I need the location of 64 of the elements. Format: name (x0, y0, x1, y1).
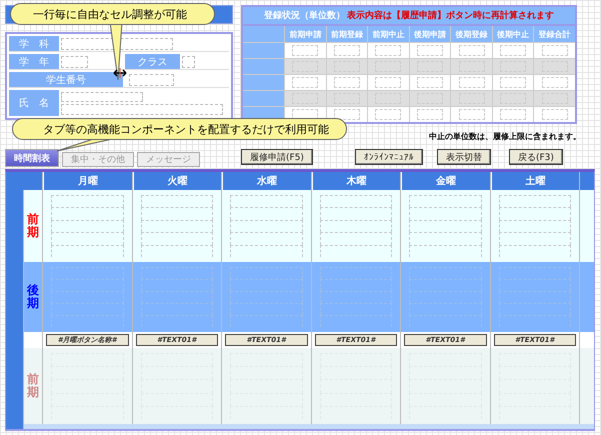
header-corner (6, 172, 42, 190)
table-cell (326, 91, 368, 106)
input-field[interactable] (61, 56, 88, 68)
table-cell (492, 59, 534, 74)
column-header: 前期申請 (285, 26, 326, 42)
timetable-cell (580, 190, 594, 262)
table-cell (451, 59, 492, 74)
column-header: 前期中止 (368, 26, 409, 42)
day-header: 火曜 (132, 172, 221, 190)
table-cell (410, 59, 450, 74)
column-header: 後期中止 (492, 26, 534, 42)
period-label: 後期 (27, 284, 39, 310)
header-cell (580, 172, 594, 190)
field-label: 氏 名 (9, 90, 59, 116)
table-cell (492, 43, 534, 58)
table-cell (410, 75, 450, 90)
table-cell (368, 59, 409, 74)
note-text: 中止の単位数は、履修上限に含まれます。 (429, 131, 581, 143)
tab[interactable]: 時間割表 (5, 149, 59, 167)
period-label: 前期 (27, 212, 39, 240)
field-label: 学 科 (9, 36, 59, 51)
table-cell (410, 43, 450, 58)
column-header: 後期申請 (410, 26, 450, 42)
column-header: 後期登録 (451, 26, 492, 42)
column-header: 登録合計 (534, 26, 575, 42)
table-cell (492, 75, 534, 90)
table-cell (492, 91, 534, 106)
input-field[interactable] (61, 104, 223, 114)
table-cell (451, 43, 492, 58)
table-cell (368, 43, 409, 58)
day-header: 水曜 (222, 172, 310, 190)
row-header-cell (243, 59, 284, 74)
day-header: 土曜 (490, 172, 579, 190)
table-cell (326, 59, 368, 74)
input-field[interactable] (61, 38, 173, 50)
toolbar-button[interactable]: 履修申請(F5) (241, 149, 313, 165)
input-field[interactable] (182, 56, 195, 68)
recalc-notice: 表示内容は【履歴申請】ボタン時に再計算されます (347, 9, 554, 22)
table-cell (368, 75, 409, 90)
field-label: クラス (125, 54, 180, 69)
row-header-cell (243, 75, 284, 90)
table-cell (368, 91, 409, 106)
panel-title: 登録状況（単位数） (264, 10, 345, 22)
table-cell (451, 75, 492, 90)
day-header: 金曜 (401, 172, 490, 190)
timetable-cell (580, 262, 594, 332)
row-header-cell (243, 43, 284, 58)
resize-cursor-icon (113, 68, 127, 78)
input-field[interactable] (61, 92, 143, 102)
table-cell (326, 43, 368, 58)
field-label: 学 年 (9, 54, 59, 69)
toolbar-button[interactable]: 戻る(F3) (508, 149, 563, 165)
day-header: 木曜 (312, 172, 400, 190)
input-field[interactable] (129, 74, 174, 86)
toolbar-button[interactable]: ｵﾝﾗｲﾝﾏﾆｭｱﾙ (354, 149, 423, 165)
table-cell (410, 91, 450, 106)
column-header: 前期登録 (326, 26, 368, 42)
day-header: 月曜 (43, 172, 132, 190)
table-cell (326, 75, 368, 90)
period-label: 前期 (27, 372, 39, 400)
field-label: 学生番号 (9, 72, 123, 87)
row-header-cell (243, 91, 284, 106)
toolbar-button[interactable]: 表示切替 (436, 149, 491, 165)
table-cell (451, 91, 492, 106)
